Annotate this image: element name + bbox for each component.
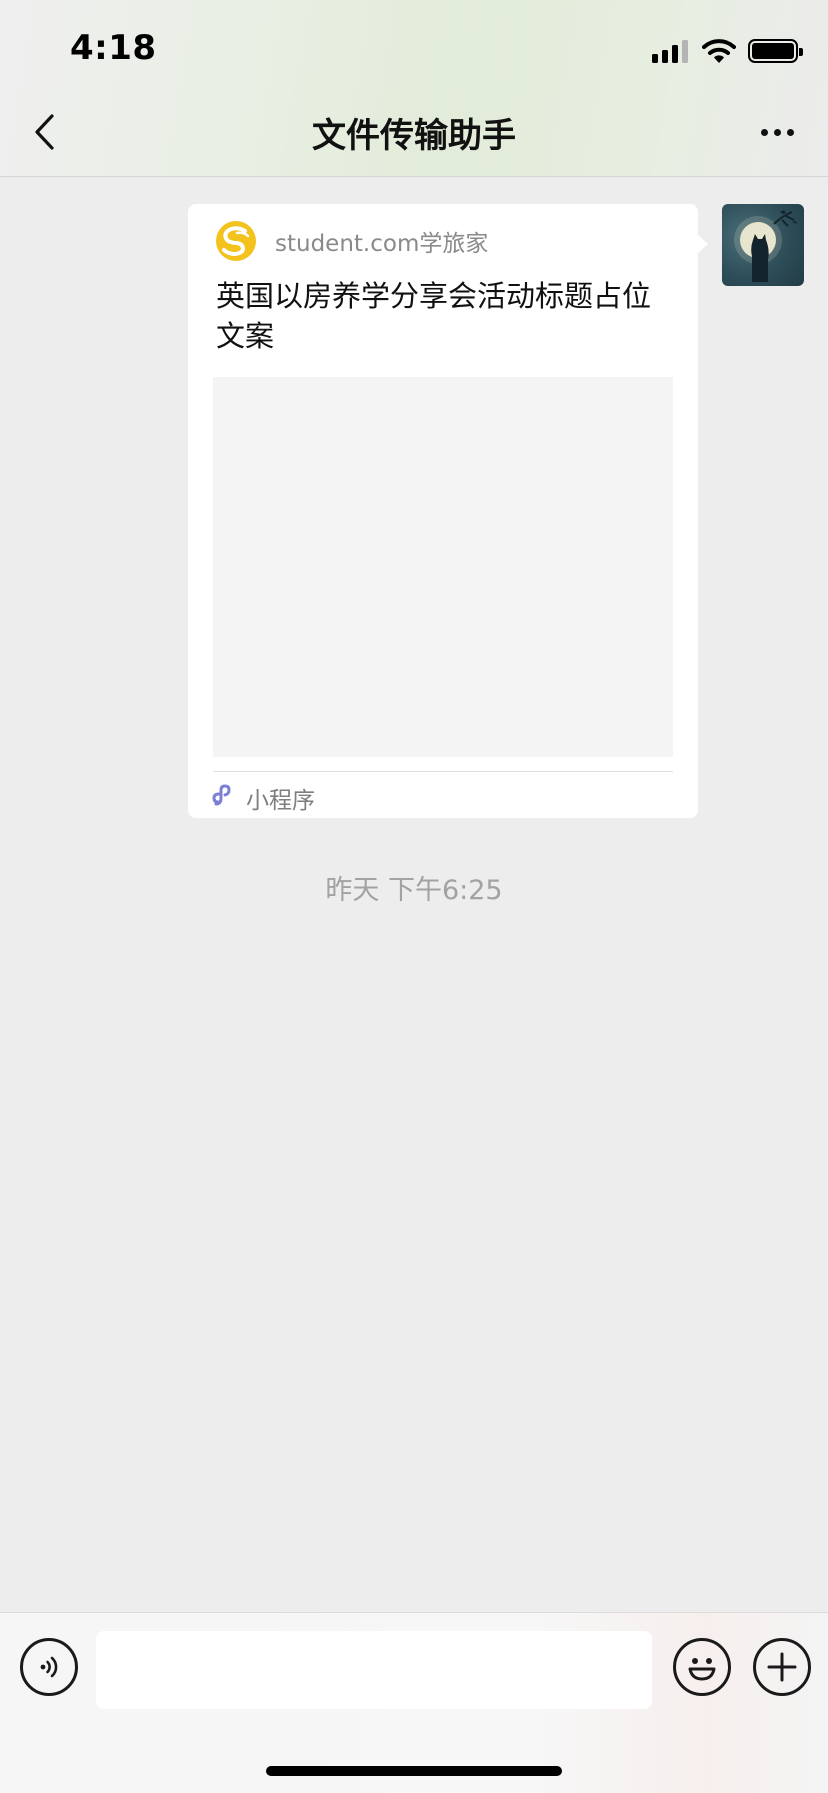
link-icon [212, 784, 231, 806]
voice-button[interactable] [20, 1638, 78, 1696]
smiley-icon [688, 1658, 716, 1681]
status-icons [652, 34, 803, 68]
emoji-button[interactable] [673, 1638, 731, 1696]
ellipsis-icon [760, 128, 768, 136]
message-timestamp: 昨天 下午6:25 [325, 875, 503, 906]
mini-program-title: 英国以房养学分享会活动标题占位文案 [216, 279, 652, 353]
status-time: 4:18 [70, 28, 157, 68]
mini-program-source: student.com学旅家 [275, 231, 489, 257]
mini-program-card[interactable]: student.com学旅家 英国以房养学分享会活动标题占位文案 小程序 [188, 204, 698, 818]
avatar[interactable] [722, 204, 804, 286]
top-bar: 4:18 文件传输助手 [0, 0, 828, 177]
divider [213, 771, 673, 772]
message-input[interactable] [96, 1631, 652, 1709]
voice-icon [40, 1656, 58, 1678]
mini-program-thumbnail [213, 377, 673, 757]
student-com-logo-icon [216, 221, 256, 261]
page-title: 文件传输助手 [312, 116, 516, 156]
home-indicator [266, 1766, 562, 1776]
cellular-signal-icon [652, 39, 688, 63]
mini-program-type-label: 小程序 [246, 788, 315, 814]
plus-button[interactable] [753, 1638, 811, 1696]
wifi-icon [702, 39, 736, 63]
plus-icon [767, 1652, 797, 1682]
more-button[interactable] [752, 114, 802, 150]
cat-moon-avatar [734, 210, 797, 282]
battery-icon [748, 39, 803, 63]
